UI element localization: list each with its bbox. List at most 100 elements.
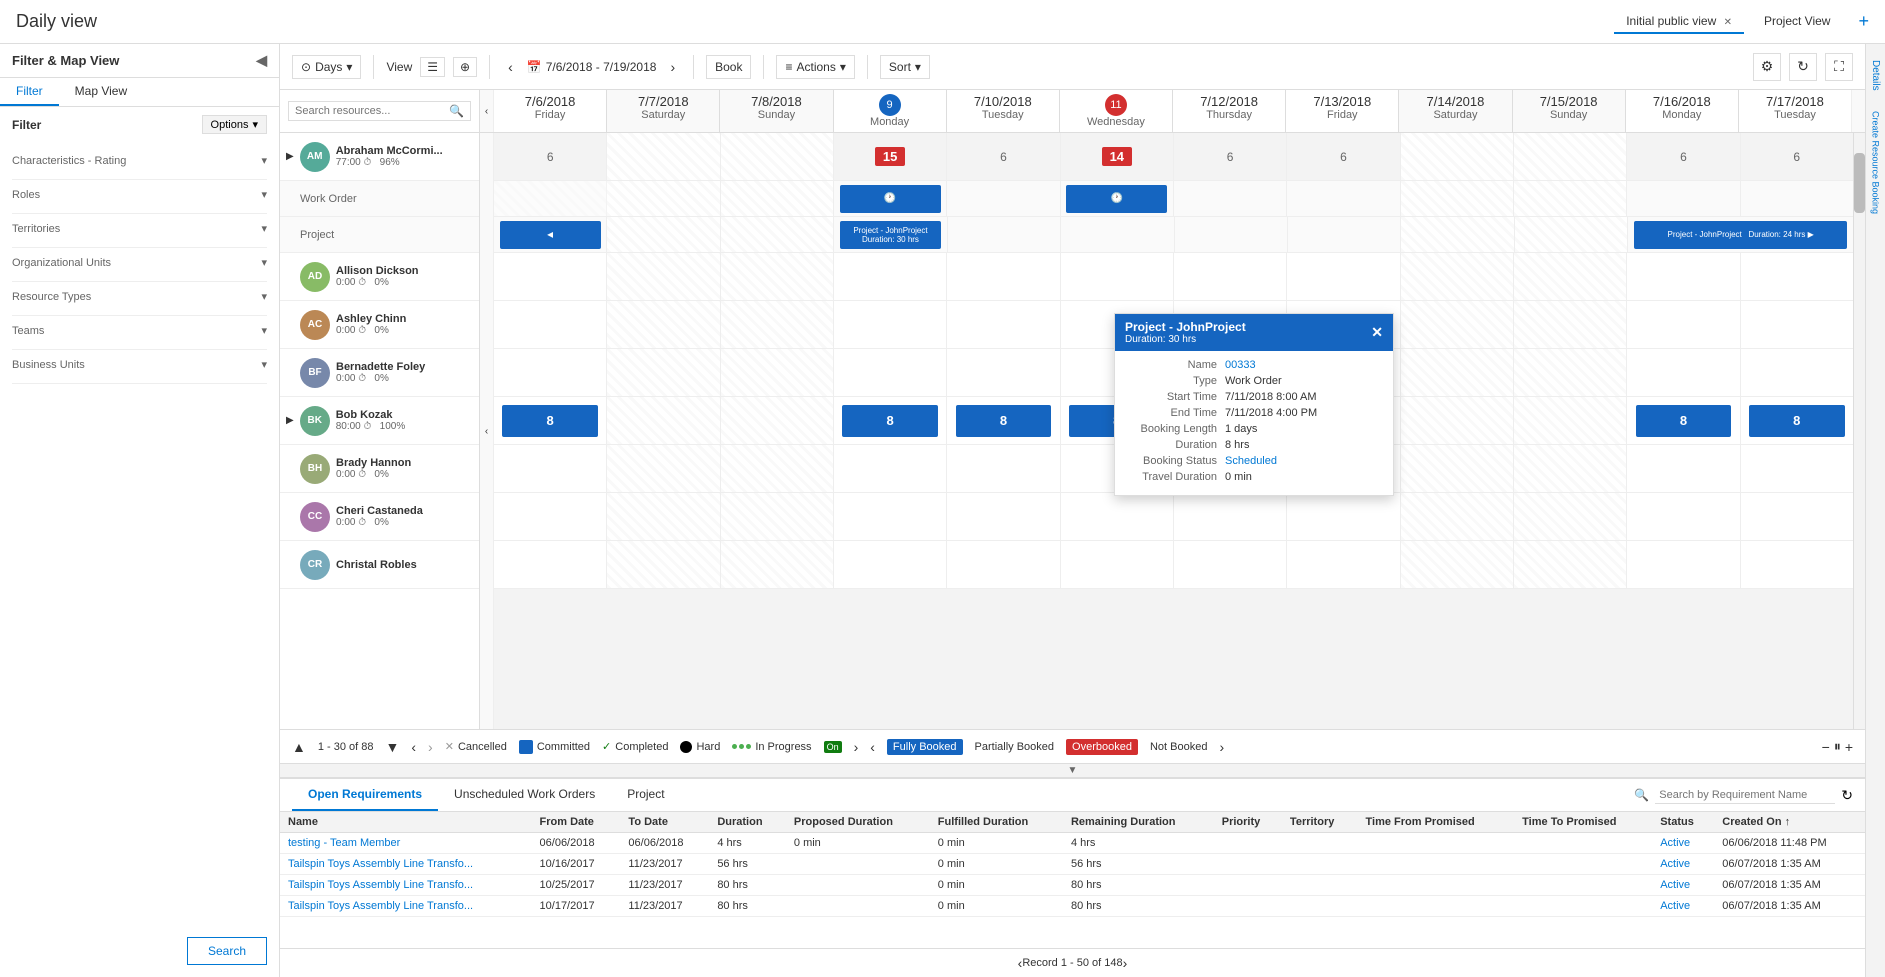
next-page-button[interactable]: › xyxy=(428,739,433,755)
grid-cell-weekend xyxy=(1514,133,1627,180)
popup-start-row: Start Time 7/11/2018 8:00 AM xyxy=(1127,391,1381,403)
booking-block[interactable]: 🕐 xyxy=(840,185,941,213)
details-label[interactable]: Details xyxy=(1870,60,1881,91)
top-bar: Daily view Initial public view ✕ Project… xyxy=(0,0,1885,44)
territories-filter[interactable]: Territories ▾ xyxy=(12,222,267,235)
legend-end-button[interactable]: › xyxy=(1219,739,1224,755)
booking-block[interactable]: 8 xyxy=(1636,405,1731,437)
globe-button[interactable]: ⊕ xyxy=(453,57,477,77)
grid-scroll-left[interactable]: ‹ xyxy=(480,133,494,729)
grid-cell-weekend xyxy=(1401,133,1514,180)
resource-info: Brady Hannon 0:00 ⏱ 0% xyxy=(336,457,473,480)
options-button[interactable]: Options ▾ xyxy=(202,115,267,134)
characteristics-filter[interactable]: Characteristics - Rating ▾ xyxy=(12,154,267,167)
expand-up-button[interactable]: ▲ xyxy=(292,739,306,755)
business-units-filter[interactable]: Business Units ▾ xyxy=(12,358,267,371)
booking-block[interactable]: 8 xyxy=(842,405,937,437)
create-resource-booking-label[interactable]: Create Resource Booking xyxy=(1871,111,1881,214)
date-col-fri2: 7/13/2018 Friday xyxy=(1286,90,1399,132)
toolbar-sep-5 xyxy=(867,55,868,79)
tab-add-button[interactable]: + xyxy=(1858,11,1869,32)
booking-block[interactable]: 🕐 xyxy=(1066,185,1167,213)
schedule-scroll-left[interactable]: ‹ xyxy=(480,90,494,132)
popup-close-button[interactable]: ✕ xyxy=(1371,324,1383,341)
popup-booking-status-link[interactable]: Scheduled xyxy=(1225,455,1277,467)
expand-arrow-icon[interactable]: ▶ xyxy=(286,415,294,426)
prev-date-button[interactable]: ‹ xyxy=(502,57,519,77)
vertical-scrollbar[interactable] xyxy=(1853,133,1865,729)
zoom-in-button[interactable]: + xyxy=(1845,739,1853,755)
teams-filter[interactable]: Teams ▾ xyxy=(12,324,267,337)
book-button[interactable]: Book xyxy=(706,55,751,79)
project-block-monday[interactable]: Project - JohnProject Duration: 30 hrs xyxy=(840,221,941,249)
resource-meta: 0:00 ⏱ 0% xyxy=(336,517,473,528)
sort-button[interactable]: Sort ▾ xyxy=(880,55,930,79)
v-scroll-header xyxy=(1851,90,1865,132)
hard-label: Hard xyxy=(696,741,720,753)
filter-tab[interactable]: Filter xyxy=(0,78,59,106)
left-arrow-icon: ‹ xyxy=(485,106,488,117)
fullscreen-button[interactable]: ⛶ xyxy=(1825,53,1853,81)
project-tab[interactable]: Project xyxy=(611,779,680,811)
chevron-down-icon: ▾ xyxy=(261,256,267,269)
zoom-out-button[interactable]: − xyxy=(1822,739,1830,755)
col-duration: Duration xyxy=(709,812,786,833)
booking-block[interactable]: 8 xyxy=(502,405,597,437)
resource-search-box[interactable]: 🔍 xyxy=(288,101,471,121)
popup-name-link[interactable]: 00333 xyxy=(1225,359,1256,371)
list-item: AD Allison Dickson 0:00 ⏱ 0% xyxy=(280,253,479,301)
tab-close-icon[interactable]: ✕ xyxy=(1724,17,1732,28)
popup-name-label: Name xyxy=(1127,359,1217,371)
list-view-button[interactable]: ☰ xyxy=(420,57,445,77)
left-panel-collapse-btn[interactable]: ◀ xyxy=(256,52,267,69)
expand-arrow-icon[interactable]: ▶ xyxy=(286,151,294,162)
project-block[interactable]: ◀ xyxy=(500,221,601,249)
req-refresh-button[interactable]: ↻ xyxy=(1841,787,1853,804)
expand-section-button[interactable]: ▼ xyxy=(280,763,1865,777)
unscheduled-work-orders-tab[interactable]: Unscheduled Work Orders xyxy=(438,779,611,811)
globe-icon: ⊕ xyxy=(460,60,470,74)
prev-page-button[interactable]: ‹ xyxy=(411,739,416,755)
col-from-date: From Date xyxy=(532,812,621,833)
table-row: Tailspin Toys Assembly Line Transfo... 1… xyxy=(280,875,1865,896)
open-requirements-tab[interactable]: Open Requirements xyxy=(292,779,438,811)
roles-filter[interactable]: Roles ▾ xyxy=(12,188,267,201)
expand-down-button[interactable]: ▼ xyxy=(386,739,400,755)
req-search-area: 🔍 ↻ xyxy=(1634,787,1853,804)
resource-types-filter[interactable]: Resource Types ▾ xyxy=(12,290,267,303)
filter-label: Filter Options ▾ xyxy=(12,115,267,134)
schedule-area: 🔍 ‹ 7/6/2018 Friday 7/7/2018 Saturday xyxy=(280,90,1865,777)
search-resources-input[interactable] xyxy=(295,105,449,117)
col-time-to-promised: Time To Promised xyxy=(1514,812,1652,833)
grid-cell: 6 xyxy=(1741,133,1853,180)
filter-group-business-units: Business Units ▾ xyxy=(12,350,267,384)
pause-button[interactable]: ⏸ xyxy=(1834,738,1841,755)
map-view-tab[interactable]: Map View xyxy=(59,78,143,106)
org-units-filter[interactable]: Organizational Units ▾ xyxy=(12,256,267,269)
scrollbar-thumb[interactable] xyxy=(1854,153,1865,213)
resource-list: ▶ AM Abraham McCormi... 77:00 ⏱ 96% Work… xyxy=(280,133,480,729)
list-item: ▶ AM Abraham McCormi... 77:00 ⏱ 96% xyxy=(280,133,479,181)
filter-search-button[interactable]: Search xyxy=(187,937,267,965)
grid-cell: 6 xyxy=(494,133,607,180)
legend-prev-button[interactable]: ‹ xyxy=(870,739,875,755)
refresh-button[interactable]: ↻ xyxy=(1789,53,1817,81)
popup-type-value: Work Order xyxy=(1225,375,1282,387)
next-date-button[interactable]: › xyxy=(664,57,681,77)
legend-next-button[interactable]: › xyxy=(854,739,859,755)
settings-button[interactable]: ⚙ xyxy=(1753,53,1781,81)
req-next-button[interactable]: › xyxy=(1123,955,1128,971)
req-search-input[interactable] xyxy=(1655,787,1835,804)
actions-button[interactable]: ≡ Actions ▾ xyxy=(776,55,854,79)
legend-hard: Hard xyxy=(680,741,720,753)
resource-meta: 0:00 ⏱ 0% xyxy=(336,277,473,288)
tab-project-view[interactable]: Project View xyxy=(1752,10,1842,34)
col-time-from-promised: Time From Promised xyxy=(1358,812,1515,833)
booking-block[interactable]: 8 xyxy=(1749,405,1844,437)
tab-initial-public-view[interactable]: Initial public view ✕ xyxy=(1614,10,1744,34)
table-row: testing - Team Member 06/06/2018 06/06/2… xyxy=(280,833,1865,854)
project-block-right[interactable]: Project - JohnProject Duration: 24 hrs ▶ xyxy=(1634,221,1848,249)
booking-block[interactable]: 8 xyxy=(956,405,1051,437)
popup-travel-label: Travel Duration xyxy=(1127,471,1217,483)
days-button[interactable]: ⊙ Days ▾ xyxy=(292,55,361,79)
